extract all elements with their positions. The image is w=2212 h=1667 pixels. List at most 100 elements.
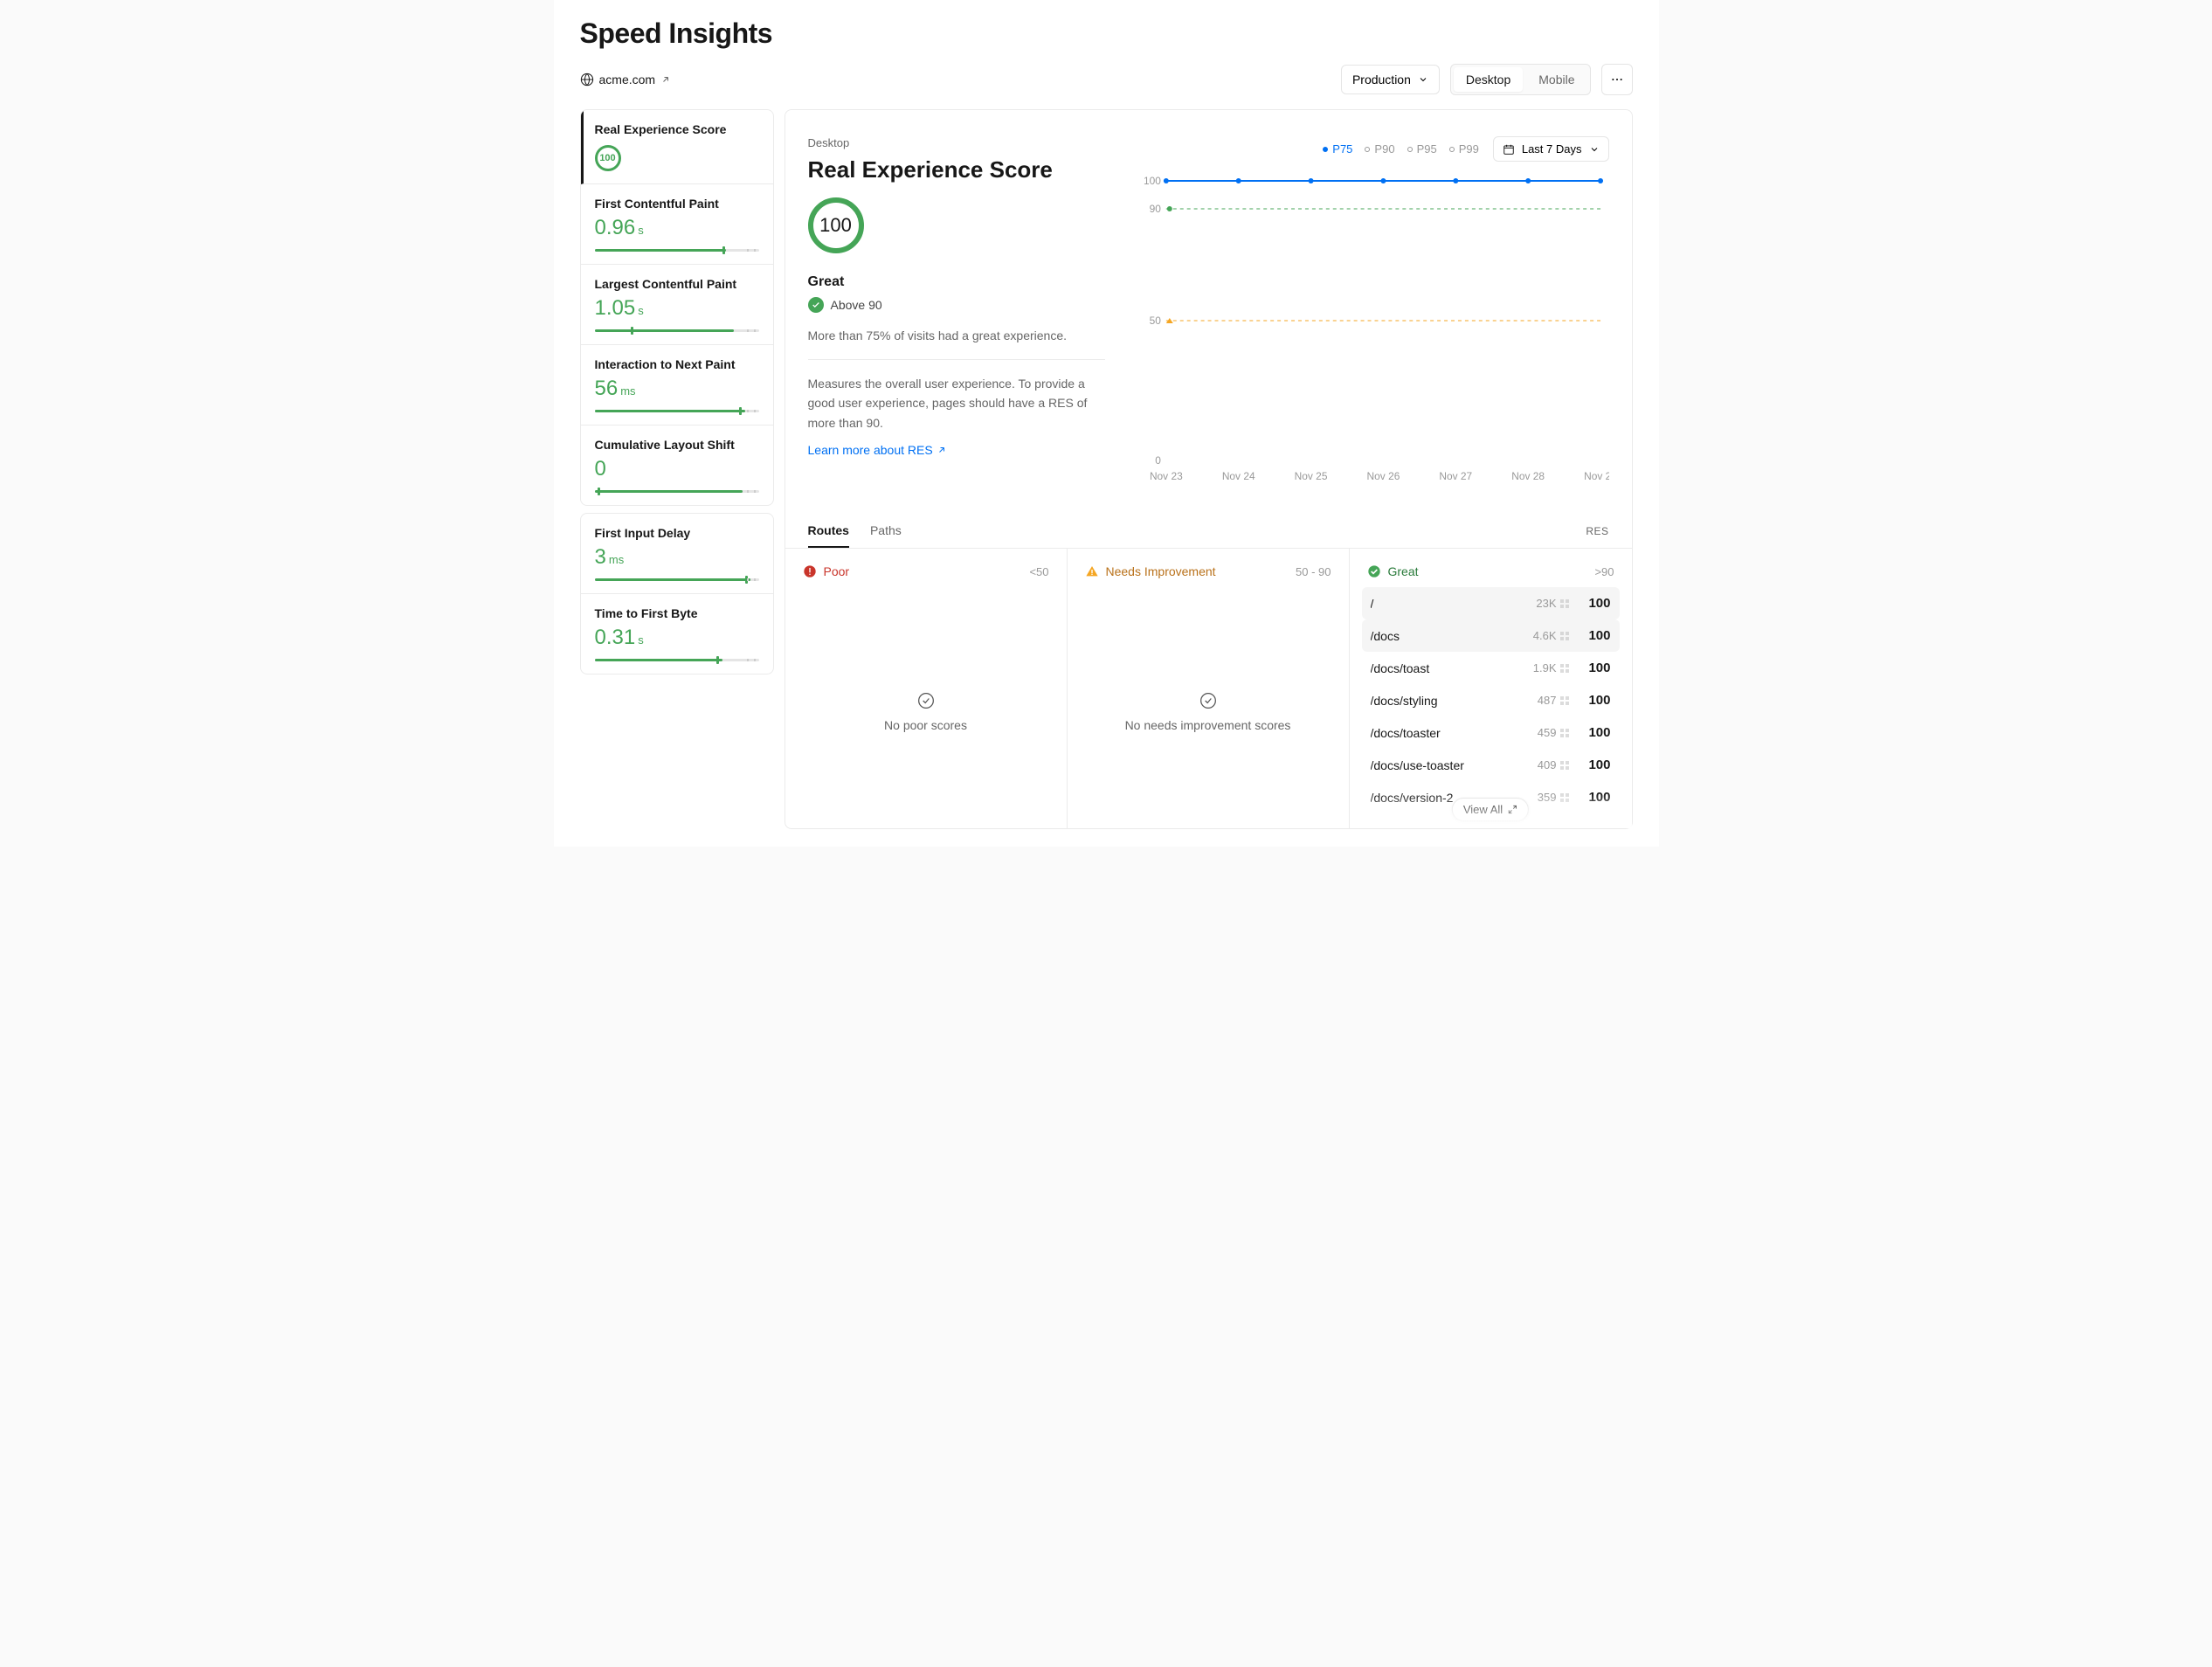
environment-dropdown[interactable]: Production [1341, 65, 1440, 94]
metric-label: Largest Contentful Paint [595, 277, 759, 291]
main-panel: Desktop Real Experience Score 100 Great … [785, 109, 1633, 829]
learn-more-label: Learn more about RES [808, 443, 933, 457]
external-link-icon [937, 445, 947, 455]
routes-paths-tabs: Routes Paths [808, 515, 902, 548]
route-row[interactable]: /docs4.6K 100 [1362, 619, 1620, 652]
dot-icon [1449, 147, 1455, 152]
metric-label: Cumulative Layout Shift [595, 438, 759, 452]
more-horizontal-icon [1610, 73, 1624, 86]
route-visits: 459 [1538, 726, 1569, 739]
route-path: /docs/use-toaster [1371, 758, 1529, 772]
device-desktop-tab[interactable]: Desktop [1454, 67, 1523, 92]
grid-icon [1560, 793, 1569, 802]
percentile-selector: P75 P90 P95 P99 [1323, 142, 1479, 156]
metric-unit: s [638, 304, 644, 317]
great-title: Great [1388, 564, 1419, 578]
route-visits: 23K [1536, 597, 1568, 610]
route-path: /docs/toaster [1371, 726, 1529, 740]
percentile-p75[interactable]: P75 [1323, 142, 1352, 156]
route-visits: 4.6K [1533, 629, 1569, 642]
route-score: 100 [1578, 790, 1611, 805]
svg-text:Nov 26: Nov 26 [1366, 470, 1400, 482]
metric-value: 0.96 [595, 216, 636, 240]
percentile-p90[interactable]: P90 [1365, 142, 1394, 156]
percentile-p95[interactable]: P95 [1407, 142, 1437, 156]
route-score: 100 [1578, 693, 1611, 708]
metric-value: 0.31 [595, 626, 636, 650]
metric-fid[interactable]: First Input Delay3ms [581, 514, 773, 594]
route-row[interactable]: /docs/use-toaster409 100 [1362, 749, 1620, 781]
metric-lcp[interactable]: Largest Contentful Paint1.05s [581, 265, 773, 345]
metric-cls[interactable]: Cumulative Layout Shift0 [581, 425, 773, 505]
score-column-header: RES [1586, 516, 1608, 546]
view-all-label: View All [1463, 803, 1503, 816]
metric-label: First Input Delay [595, 526, 759, 540]
grid-icon [1560, 729, 1569, 737]
route-score: 100 [1578, 757, 1611, 772]
poor-column: Poor <50 No poor scores [785, 549, 1068, 828]
route-visits: 359 [1538, 791, 1569, 804]
dot-icon [1407, 147, 1413, 152]
route-row[interactable]: /docs/toaster459 100 [1362, 716, 1620, 749]
device-mobile-tab[interactable]: Mobile [1526, 67, 1586, 92]
domain-text: acme.com [599, 73, 656, 86]
route-row[interactable]: /docs/styling 487 100 [1362, 684, 1620, 716]
metric-res[interactable]: Real Experience Score100 [581, 110, 773, 184]
external-link-icon [660, 74, 671, 85]
metric-bar [595, 249, 759, 252]
metric-unit: ms [609, 553, 624, 566]
route-score: 100 [1578, 661, 1611, 675]
route-path: /docs/styling [1371, 694, 1529, 708]
success-icon [1367, 564, 1381, 578]
metric-ttfb[interactable]: Time to First Byte0.31s [581, 594, 773, 674]
route-score: 100 [1578, 596, 1611, 611]
metric-bar [595, 410, 759, 412]
divider [808, 359, 1105, 360]
summary-text: More than 75% of visits had a great expe… [808, 327, 1105, 345]
metric-inp[interactable]: Interaction to Next Paint56ms [581, 345, 773, 425]
poor-range: <50 [1029, 565, 1048, 578]
tab-routes[interactable]: Routes [808, 515, 849, 548]
check-circle-icon [917, 692, 935, 709]
environment-label: Production [1352, 73, 1411, 86]
route-path: / [1371, 597, 1528, 611]
error-icon [803, 564, 817, 578]
svg-text:100: 100 [1143, 175, 1160, 187]
metric-fcp[interactable]: First Contentful Paint0.96s [581, 184, 773, 265]
check-circle-icon [1199, 692, 1217, 709]
tab-paths[interactable]: Paths [870, 515, 902, 548]
svg-text:Nov 29: Nov 29 [1584, 470, 1609, 482]
route-visits: 487 [1538, 694, 1569, 707]
metric-bar [595, 659, 759, 661]
route-row[interactable]: /docs/toast 1.9K 100 [1362, 652, 1620, 684]
metric-heading: Real Experience Score [808, 156, 1105, 183]
percentile-label: P90 [1374, 142, 1394, 156]
date-range-label: Last 7 Days [1522, 142, 1582, 156]
grid-icon [1560, 632, 1569, 640]
res-mini-circle: 100 [595, 145, 621, 171]
route-visits: 1.9K [1533, 661, 1569, 674]
svg-text:50: 50 [1149, 315, 1161, 327]
route-row[interactable]: / 23K 100 [1362, 587, 1620, 619]
view-all-button[interactable]: View All [1452, 798, 1529, 821]
device-label: Desktop [808, 136, 1105, 149]
page-title: Speed Insights [580, 17, 1633, 50]
metric-unit: s [638, 633, 644, 647]
date-range-dropdown[interactable]: Last 7 Days [1493, 136, 1609, 162]
metric-label: First Contentful Paint [595, 197, 759, 211]
svg-text:Nov 28: Nov 28 [1511, 470, 1545, 482]
needs-improvement-column: Needs Improvement 50 - 90 No needs impro… [1068, 549, 1350, 828]
svg-text:90: 90 [1149, 203, 1161, 215]
poor-title: Poor [824, 564, 850, 578]
check-badge-icon [808, 297, 824, 313]
score-circle: 100 [808, 197, 864, 253]
metric-unit: ms [620, 384, 635, 398]
metric-bar [595, 329, 759, 332]
route-path: /docs/toast [1371, 661, 1524, 675]
percentile-p99[interactable]: P99 [1449, 142, 1479, 156]
learn-more-link[interactable]: Learn more about RES [808, 443, 947, 457]
metrics-sidebar: Real Experience Score100 First Contentful… [580, 109, 774, 674]
more-menu-button[interactable] [1601, 64, 1633, 95]
needs-empty-text: No needs improvement scores [1125, 718, 1291, 732]
domain-link[interactable]: acme.com [580, 73, 672, 86]
